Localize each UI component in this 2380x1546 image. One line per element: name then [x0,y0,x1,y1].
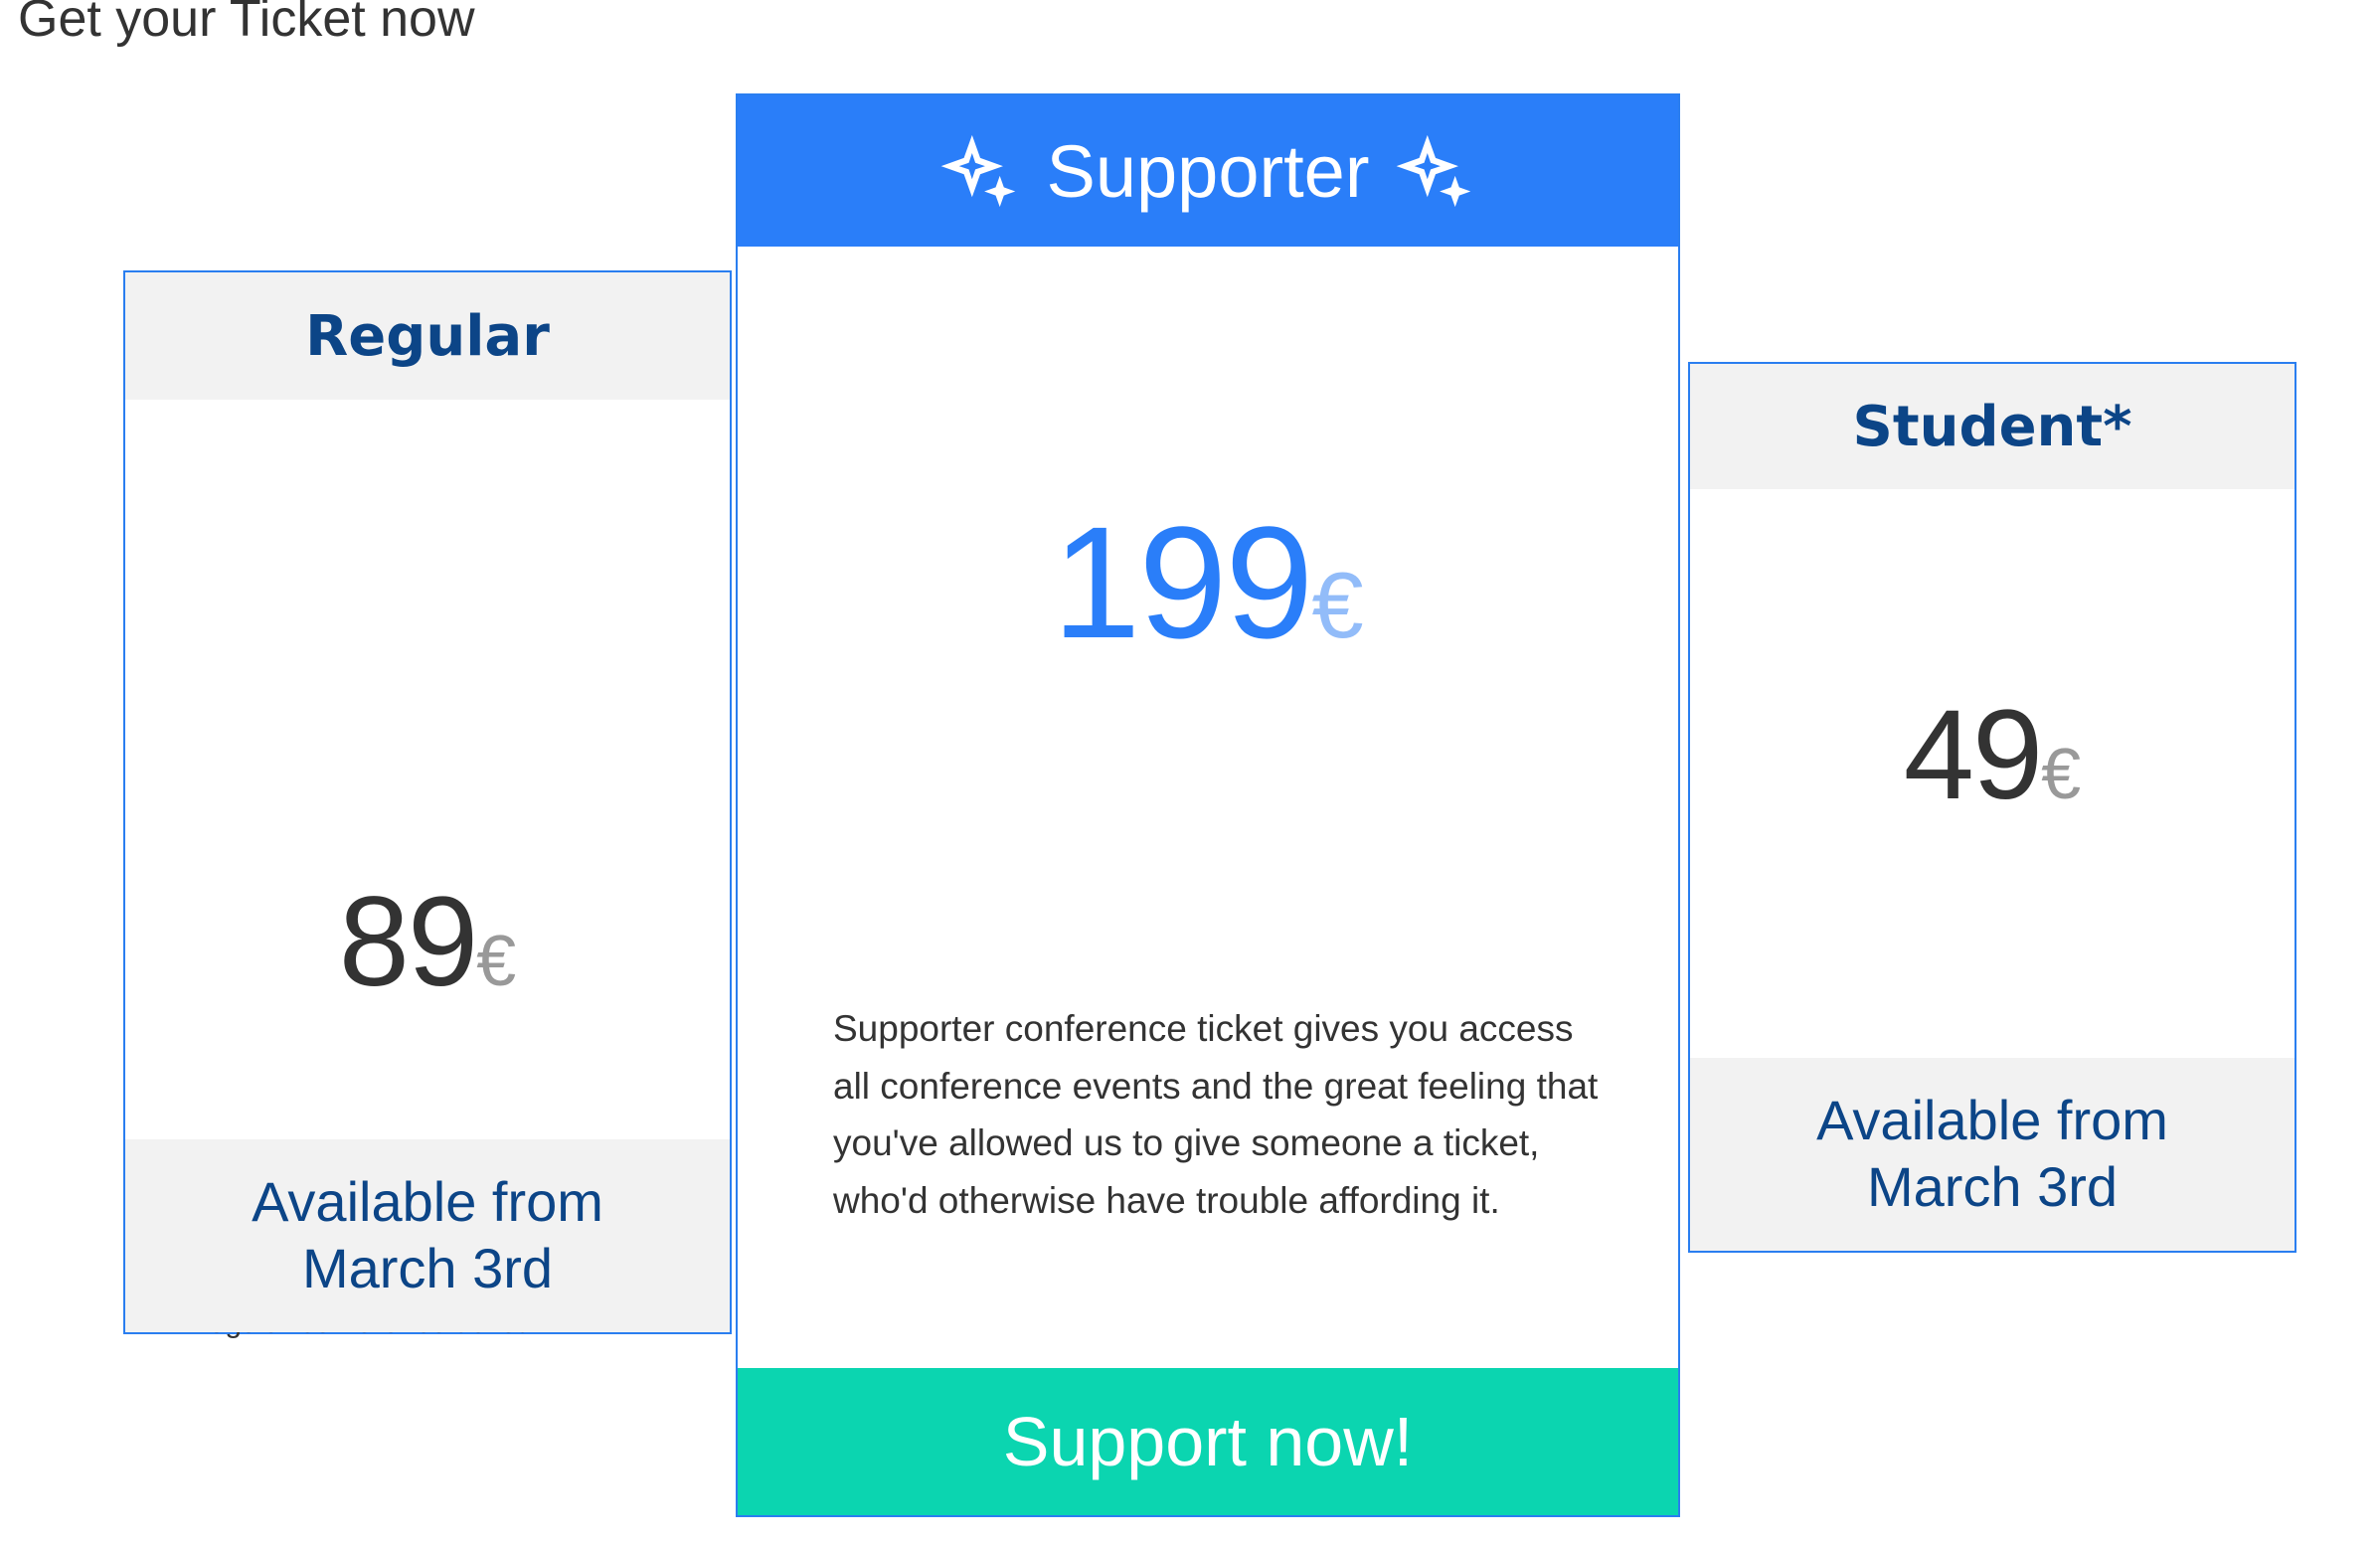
ticket-card-supporter: Supporter 199€ Supporter conference tick… [736,93,1680,1517]
ticket-price: 89€ [125,869,730,1015]
sparkle-icon [1397,134,1471,208]
ticket-header: Supporter [738,95,1678,247]
availability-note: Available from March 3rd [1690,1058,2295,1251]
price-amount: 89 [338,871,478,1013]
ticket-name: Supporter [1046,129,1370,213]
price-amount: 199 [1052,493,1313,671]
currency-symbol: € [476,922,517,1001]
support-now-button[interactable]: Support now! [738,1368,1678,1515]
ticket-card-regular: Regular 89€ Regular conference ticket. A… [123,270,732,1339]
availability-text: Available from March 3rd [1816,1089,2168,1218]
ticket-description: Supporter conference ticket gives you ac… [833,1008,1599,1221]
currency-symbol: € [2041,735,2082,814]
currency-symbol: € [1311,553,1364,657]
price-amount: 49 [1903,684,2043,826]
ticket-card-student: Student* 49€ Available from March 3rd [1688,362,2296,1253]
ticket-price: 199€ [738,491,1678,674]
page-title: Get your Ticket now [18,0,475,48]
availability-note: Available from March 3rd [125,1139,730,1332]
availability-text: Available from March 3rd [252,1170,603,1299]
ticket-price: 49€ [1690,682,2295,828]
sparkle-icon [940,134,1015,208]
ticket-name: Student* [1690,364,2295,489]
ticket-name: Regular [125,272,730,400]
